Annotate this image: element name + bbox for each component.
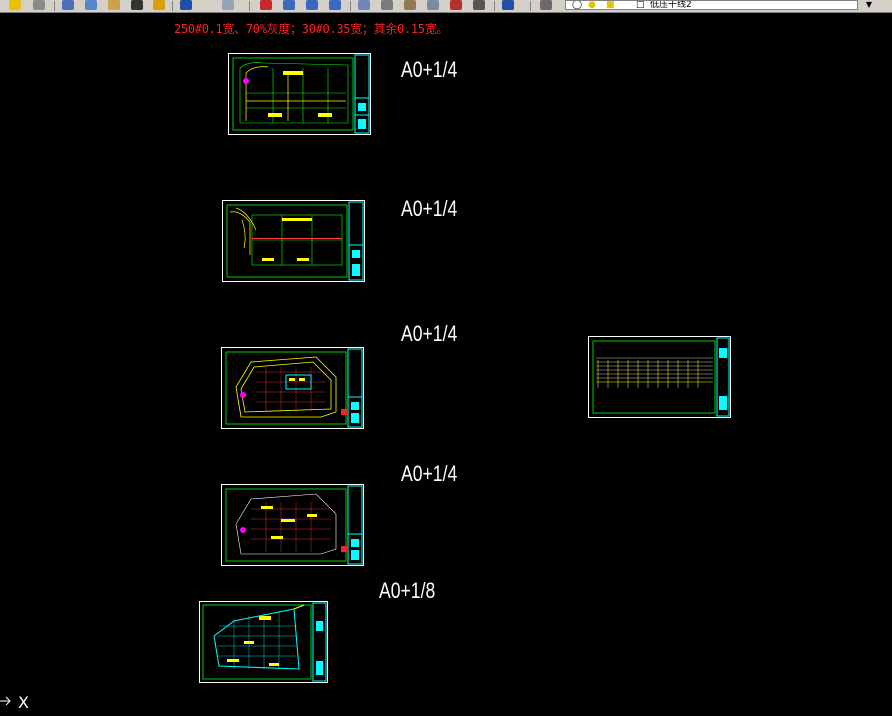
properties-icon[interactable]: [358, 0, 370, 10]
redo-icon[interactable]: [222, 0, 234, 10]
drawing-sheet-1[interactable]: [228, 53, 371, 135]
layers-icon[interactable]: [9, 0, 21, 10]
lightbulb-icon: ◯: [572, 0, 583, 10]
sheet-set-icon[interactable]: [427, 0, 439, 10]
sheet-5-scale-label: A0+1/8: [379, 578, 436, 603]
toolbar-separator: [350, 1, 351, 11]
toolbar-separator: [494, 1, 495, 11]
tool-palettes-icon[interactable]: [404, 0, 416, 10]
sun-icon: ●: [588, 0, 596, 10]
sheet-1-scale-label: A0+1/4: [401, 57, 458, 82]
ucs-x-label: X: [18, 693, 29, 712]
drawing-sheet-6[interactable]: [588, 336, 731, 418]
quickcalc-icon[interactable]: [473, 0, 485, 10]
toolbar-separator: [54, 1, 55, 11]
drawing-sheet-2[interactable]: [222, 200, 365, 282]
zoom-window-icon[interactable]: [306, 0, 318, 10]
sheet-2-scale-label: A0+1/4: [401, 196, 458, 221]
layer-name: 低压干线2: [650, 0, 692, 10]
layer-properties-icon[interactable]: [33, 0, 45, 10]
drawing-sheet-5[interactable]: [199, 601, 328, 683]
copy-icon[interactable]: [85, 0, 97, 10]
markup-icon[interactable]: [450, 0, 462, 10]
match-properties-icon[interactable]: [131, 0, 143, 10]
ucs-icon: X: [0, 690, 40, 712]
lock-icon: ■: [606, 0, 615, 10]
toolbar-separator: [530, 1, 531, 11]
paste-icon[interactable]: [108, 0, 120, 10]
pan-icon[interactable]: [260, 0, 272, 10]
zoom-previous-icon[interactable]: [329, 0, 341, 10]
sheet-3-scale-label: A0+1/4: [401, 321, 458, 346]
drawing-sheet-4[interactable]: [221, 484, 364, 566]
sheet-4-scale-label: A0+1/4: [401, 461, 458, 486]
help-icon[interactable]: [502, 0, 514, 10]
layer-dropdown[interactable]: ◯ ● ■ □ 低压干线2: [565, 0, 858, 10]
drawing-sheet-3[interactable]: [221, 347, 364, 429]
undo-icon[interactable]: [180, 0, 192, 10]
brush-icon[interactable]: [153, 0, 165, 10]
zoom-realtime-icon[interactable]: [283, 0, 295, 10]
toolbar-separator: [172, 1, 173, 11]
design-center-icon[interactable]: [381, 0, 393, 10]
cut-icon[interactable]: [62, 0, 74, 10]
line-weight-note: 250#0.1宽、70%灰度；30#0.35宽；其余0.15宽。: [174, 22, 449, 36]
toolbar-separator: [249, 1, 250, 11]
layer-manager-icon[interactable]: [540, 0, 552, 10]
chevron-down-icon[interactable]: ▼: [864, 0, 874, 10]
color-swatch-icon: □: [636, 0, 645, 10]
toolbar: ◯ ● ■ □ 低压干线2 ▼: [0, 0, 892, 13]
